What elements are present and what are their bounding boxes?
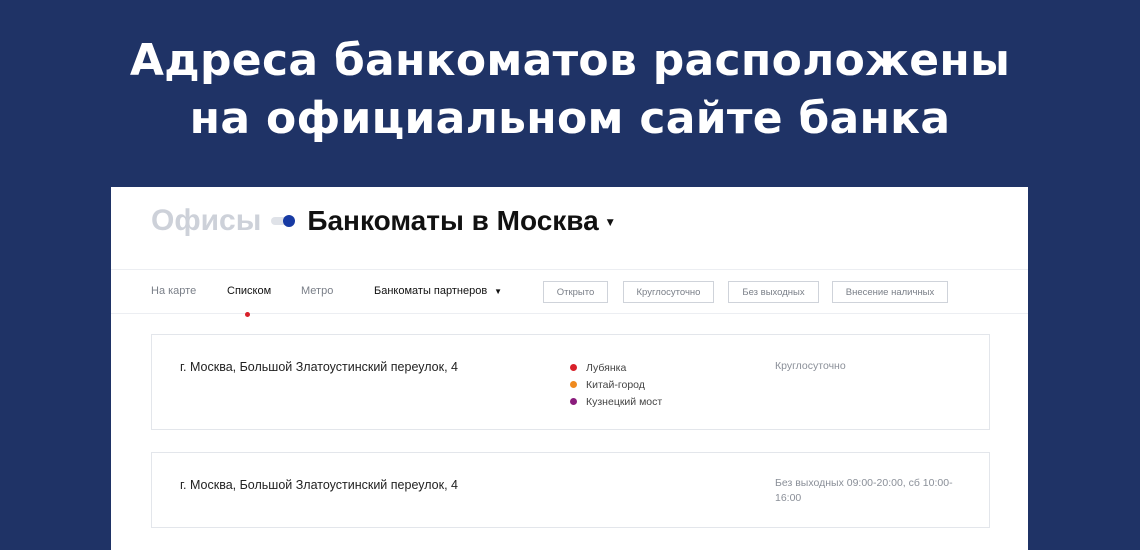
metro-line-dot (570, 381, 577, 388)
metro-station: Китай-город (570, 376, 662, 393)
tab-offices[interactable]: Офисы (151, 204, 261, 238)
filter-open[interactable]: Открыто (543, 281, 608, 303)
atm-hours: Круглосуточно (775, 360, 846, 372)
page-title: Банкоматы в Москва (307, 205, 599, 236)
banner-title-line-2: на официальном сайте банка (189, 93, 951, 144)
metro-station-name: Лубянка (586, 361, 627, 374)
atm-card[interactable]: г. Москва, Большой Златоустинский переул… (151, 334, 990, 430)
chevron-down-icon: ▼ (494, 286, 503, 296)
atm-locator-panel: Офисы Банкоматы в Москва ▼ На карте Спис… (111, 187, 1028, 550)
partners-dropdown-label: Банкоматы партнеров (374, 285, 488, 297)
metro-station-name: Китай-город (586, 378, 645, 391)
metro-line-dot (570, 398, 577, 405)
page-header: Офисы Банкоматы в Москва ▼ (151, 201, 614, 241)
toggle-knob (283, 215, 296, 227)
filter-24h[interactable]: Круглосуточно (623, 281, 714, 303)
banner-title: Адреса банкоматов расположены на официал… (0, 32, 1140, 148)
offices-atms-toggle[interactable] (271, 215, 297, 227)
metro-station: Лубянка (570, 359, 662, 376)
tab-metro[interactable]: Метро (301, 285, 333, 297)
metro-line-dot (570, 364, 577, 371)
filter-cash-in[interactable]: Внесение наличных (832, 281, 948, 303)
atm-card[interactable]: г. Москва, Большой Златоустинский переул… (151, 452, 990, 528)
metro-station-name: Кузнецкий мост (586, 395, 663, 408)
metro-list: Лубянка Китай-город Кузнецкий мост (570, 359, 662, 410)
atm-address: г. Москва, Большой Златоустинский переул… (180, 360, 458, 374)
banner-title-line-1: Адреса банкоматов расположены (129, 35, 1011, 86)
tab-list[interactable]: Списком (227, 285, 271, 297)
active-tab-indicator (245, 312, 250, 317)
atm-address: г. Москва, Большой Златоустинский переул… (180, 478, 458, 492)
view-nav: На карте Списком Метро Банкоматы партнер… (111, 269, 1028, 317)
chevron-down-icon[interactable]: ▼ (607, 218, 614, 228)
filter-no-days-off[interactable]: Без выходных (728, 281, 819, 303)
metro-station: Кузнецкий мост (570, 393, 662, 410)
partners-dropdown[interactable]: Банкоматы партнеров ▼ (374, 285, 502, 297)
tab-on-map[interactable]: На карте (151, 285, 196, 297)
atm-hours: Без выходных 09:00-20:00, сб 10:00-16:00 (775, 477, 953, 504)
